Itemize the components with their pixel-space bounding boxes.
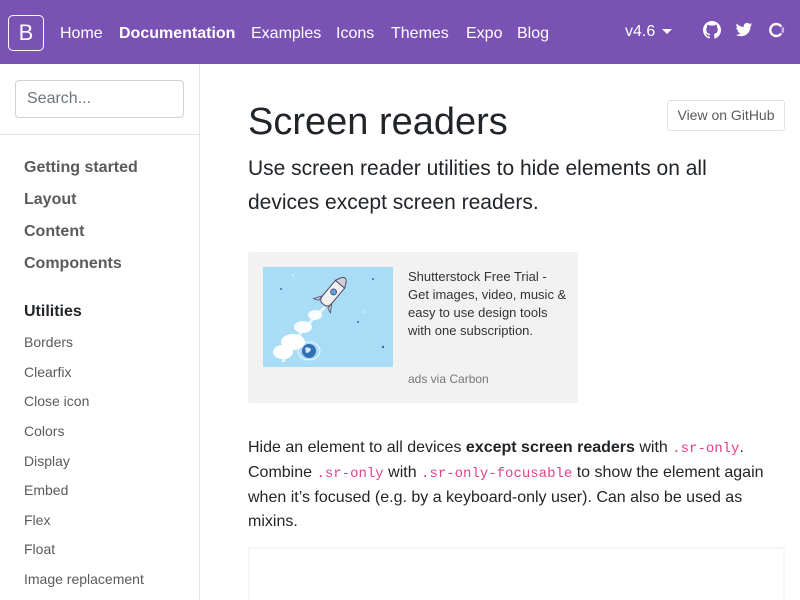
nav-link-themes[interactable]: Themes	[391, 24, 449, 44]
description-text-4: with	[383, 464, 422, 481]
lead-paragraph: Use screen reader utilities to hide elem…	[248, 157, 707, 214]
example-box	[248, 547, 785, 600]
sidebar-section-getting-started[interactable]: Getting started	[24, 158, 138, 178]
code-sr-only: .sr-only	[672, 441, 740, 457]
nav-link-documentation[interactable]: Documentation	[119, 24, 235, 44]
twitter-icon[interactable]	[735, 21, 753, 39]
page-title: Screen readers	[248, 101, 508, 143]
opencollective-icon[interactable]	[767, 21, 785, 39]
search-input[interactable]	[15, 80, 184, 118]
sidebar-item-clearfix[interactable]: Clearfix	[24, 363, 71, 381]
sidebar-item-display[interactable]: Display	[24, 452, 70, 470]
sidebar-section-layout[interactable]: Layout	[24, 190, 76, 210]
version-dropdown[interactable]: v4.6	[625, 22, 673, 42]
description-text-1: Hide an element to all devices	[248, 439, 466, 456]
ads-via-carbon-link[interactable]: ads via Carbon	[408, 371, 489, 387]
chevron-down-icon	[662, 29, 673, 35]
nav-link-home[interactable]: Home	[60, 24, 103, 44]
ad-rocket-illustration[interactable]	[263, 267, 393, 367]
version-label: v4.6	[625, 23, 656, 40]
github-icon[interactable]	[703, 21, 721, 39]
bootstrap-logo[interactable]: B	[8, 15, 44, 51]
sidebar-item-flex[interactable]: Flex	[24, 511, 50, 529]
ad-text[interactable]: Shutterstock Free Trial - Get images, vi…	[408, 268, 568, 340]
sidebar-item-colors[interactable]: Colors	[24, 422, 64, 440]
description-paragraph: Hide an element to all devices except sc…	[248, 436, 788, 534]
sidebar-item-close-icon[interactable]: Close icon	[24, 392, 89, 410]
nav-link-icons[interactable]: Icons	[336, 24, 374, 44]
sidebar-section-components[interactable]: Components	[24, 254, 122, 274]
sidebar-item-image-replacement[interactable]: Image replacement	[24, 570, 144, 588]
sidebar-item-borders[interactable]: Borders	[24, 333, 73, 351]
sidebar: Getting started Layout Content Component…	[0, 64, 200, 600]
nav-link-examples[interactable]: Examples	[251, 24, 321, 44]
nav-link-blog[interactable]: Blog	[517, 24, 549, 44]
carbon-ad: Shutterstock Free Trial - Get images, vi…	[248, 252, 578, 403]
code-sr-only-focusable: .sr-only-focusable	[421, 466, 573, 482]
sidebar-item-embed[interactable]: Embed	[24, 481, 68, 499]
search-container	[0, 64, 199, 135]
nav-link-expo[interactable]: Expo	[466, 24, 502, 44]
sidebar-item-float[interactable]: Float	[24, 540, 55, 558]
description-text-2: with	[634, 439, 673, 456]
description-strong: except screen readers	[465, 439, 635, 456]
sidebar-section-utilities[interactable]: Utilities	[24, 302, 82, 322]
view-on-github-button[interactable]: View on GitHub	[667, 100, 785, 131]
sidebar-section-content[interactable]: Content	[24, 222, 84, 242]
top-navbar: B Home Documentation Examples Icons Them…	[0, 0, 800, 64]
code-sr-only-2: .sr-only	[316, 466, 384, 482]
